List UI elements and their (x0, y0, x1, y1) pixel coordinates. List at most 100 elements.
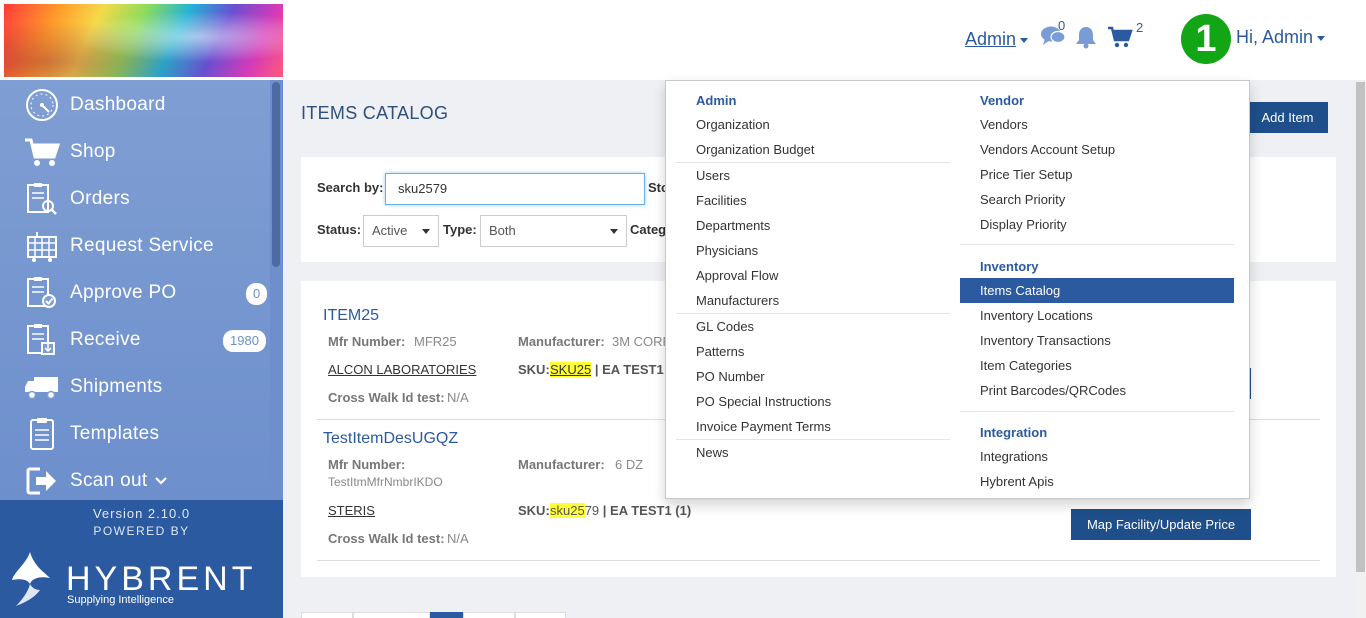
menu-item-facilities[interactable]: Facilities (696, 188, 747, 213)
menu-item-manufacturers[interactable]: Manufacturers (696, 288, 779, 313)
sidebar-item-scan-out[interactable]: Scan out (0, 457, 270, 504)
menu-item-display-priority[interactable]: Display Priority (980, 212, 1067, 237)
menu-item-invoice-payment-terms[interactable]: Invoice Payment Terms (696, 414, 831, 439)
search-by-label: Search by: (317, 180, 384, 195)
mfr-number-value: MFR25 (414, 334, 457, 349)
crosswalk-value: N/A (447, 390, 469, 405)
menu-item-inventory-locations[interactable]: Inventory Locations (980, 303, 1093, 328)
sidebar-item-templates[interactable]: Templates (0, 410, 270, 457)
menu-item-users[interactable]: Users (696, 163, 730, 188)
vendor-link[interactable]: ALCON LABORATORIES (328, 362, 476, 377)
menu-item-vendors[interactable]: Vendors (980, 112, 1028, 137)
sidebar-item-label: Shipments (70, 375, 163, 397)
pagination-current[interactable] (430, 612, 463, 618)
page-title: ITEMS CATALOG (301, 103, 449, 123)
menu-item-item-categories[interactable]: Item Categories (980, 353, 1072, 378)
menu-item-price-tier-setup[interactable]: Price Tier Setup (980, 162, 1073, 187)
bell-icon[interactable] (1075, 25, 1097, 54)
menu-item-po-number[interactable]: PO Number (696, 364, 765, 389)
uom-label: | EA TEST1 (1) (602, 503, 692, 518)
add-item-button[interactable]: Add Item (1247, 102, 1328, 133)
manufacturer-label: Manufacturer: (518, 334, 605, 349)
scan-out-icon (22, 463, 62, 499)
chevron-down-icon (155, 470, 168, 492)
user-greeting[interactable]: Hi, Admin (1236, 27, 1313, 47)
vendor-link[interactable]: STERIS (328, 503, 375, 518)
vendor-section-heading: Vendor (980, 93, 1025, 108)
menu-item-hybrent-apis[interactable]: Hybrent Apis (980, 469, 1054, 494)
sidebar-scrollbar-thumb[interactable] (272, 82, 280, 267)
pagination-prev[interactable] (353, 612, 430, 618)
menu-item-inventory-transactions[interactable]: Inventory Transactions (980, 328, 1111, 353)
sidebar-item-dashboard[interactable]: Dashboard (0, 81, 270, 128)
request-service-icon (22, 228, 62, 264)
organization-logo[interactable] (4, 4, 283, 77)
menu-item-organization[interactable]: Organization (696, 112, 770, 137)
map-facility-update-price-button[interactable]: Map Facility/Update Price (1071, 509, 1251, 540)
menu-item-departments[interactable]: Departments (696, 213, 770, 238)
admin-menu-toggle[interactable]: Admin (965, 29, 1029, 50)
sidebar-item-orders[interactable]: Orders (0, 175, 270, 222)
admin-section-heading: Admin (696, 93, 737, 108)
menu-item-approval-flow[interactable]: Approval Flow (696, 263, 778, 288)
type-select-value: Both (489, 223, 516, 238)
page-scrollbar-thumb[interactable] (1356, 82, 1365, 572)
chat-count: 0 (1058, 18, 1066, 33)
brand-tagline: Supplying Intelligence (67, 594, 175, 606)
sidebar-item-label: Dashboard (70, 93, 166, 115)
item-name-link[interactable]: ITEM25 (323, 307, 379, 325)
menu-divider (960, 411, 1234, 412)
top-header: Admin 0 2 1 Hi, Admin (0, 0, 1366, 80)
user-menu-toggle[interactable]: Hi, Admin (1236, 27, 1326, 48)
sku-highlight: sku25 (550, 503, 585, 518)
sidebar-item-shipments[interactable]: Shipments (0, 363, 270, 410)
chevron-down-icon (1317, 35, 1326, 41)
type-select[interactable]: Both (480, 215, 627, 247)
menu-item-search-priority[interactable]: Search Priority (980, 187, 1065, 212)
app-version: Version 2.10.0 (92, 506, 191, 521)
menu-item-patterns[interactable]: Patterns (696, 339, 744, 364)
dashboard-gauge-icon (22, 87, 62, 123)
status-select[interactable]: Active (363, 215, 439, 247)
menu-item-physicians[interactable]: Physicians (696, 238, 758, 263)
cart-icon[interactable] (1107, 26, 1133, 53)
manufacturer-value: 3M CORP (612, 334, 672, 349)
menu-item-vendors-account-setup[interactable]: Vendors Account Setup (980, 137, 1115, 162)
sidebar-item-label: Orders (70, 187, 130, 209)
pagination-first[interactable] (301, 612, 353, 618)
admin-dropdown-menu: Admin Organization Organization Budget U… (665, 80, 1250, 499)
hybrent-logo-icon (10, 550, 52, 613)
menu-divider (960, 244, 1234, 245)
inventory-section-heading: Inventory (980, 259, 1039, 274)
item-name-link[interactable]: TestItemDesUGQZ (323, 430, 458, 448)
sidebar-item-label: Request Service (70, 234, 214, 256)
menu-item-po-special-instructions[interactable]: PO Special Instructions (696, 389, 831, 414)
menu-item-gl-codes[interactable]: GL Codes (696, 314, 754, 339)
sidebar-item-label: Templates (70, 422, 160, 444)
sku-rest: 79 (584, 503, 600, 518)
cart-count: 2 (1136, 20, 1144, 35)
sku-value: sku2579 | EA TEST1 (1) (550, 503, 691, 518)
search-input[interactable]: sku2579 (385, 173, 645, 205)
menu-item-integrations[interactable]: Integrations (980, 444, 1048, 469)
menu-item-organization-budget[interactable]: Organization Budget (696, 137, 815, 162)
receive-icon (22, 322, 62, 358)
pagination-next[interactable] (463, 612, 515, 618)
uom-label: | EA TEST1 ( (594, 362, 672, 377)
sku-value: SKU25 | EA TEST1 ( (550, 362, 672, 377)
menu-item-print-barcodes[interactable]: Print Barcodes/QRCodes (980, 378, 1126, 403)
sidebar-item-approve-po[interactable]: Approve PO (0, 269, 270, 316)
status-select-value: Active (372, 223, 408, 238)
templates-icon (22, 416, 62, 452)
sidebar-item-shop[interactable]: Shop (0, 128, 270, 175)
sidebar-item-request-service[interactable]: Request Service (0, 222, 270, 269)
menu-item-news[interactable]: News (696, 440, 729, 465)
admin-menu-label[interactable]: Admin (965, 29, 1016, 49)
pagination-last[interactable] (515, 612, 566, 618)
sku-highlight: SKU25 (550, 362, 592, 377)
sidebar-item-label: Scan out (70, 469, 148, 491)
sidebar-item-label: Receive (70, 328, 141, 350)
type-label: Type: (443, 222, 477, 237)
menu-item-items-catalog[interactable]: Items Catalog (960, 278, 1234, 303)
status-label: Status: (317, 222, 362, 237)
